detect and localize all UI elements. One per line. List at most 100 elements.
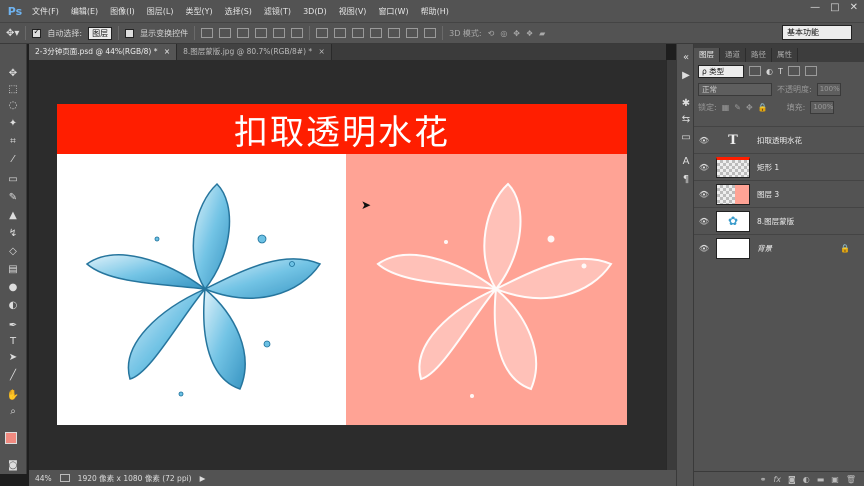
path-selection-tool-icon[interactable]: ➤: [4, 350, 22, 364]
group-icon[interactable]: ▬: [817, 475, 825, 484]
close-tab-icon[interactable]: ×: [319, 47, 325, 56]
menu-window[interactable]: 窗口(W): [372, 6, 414, 17]
align-left-icon[interactable]: [255, 28, 268, 38]
layer-row-background[interactable]: 👁 背景 🔒: [694, 234, 864, 261]
tab-document-psd[interactable]: 2-3分钟页面.psd @ 44%(RGB/8) * ×: [29, 44, 178, 60]
brush-tool-icon[interactable]: ✎: [4, 190, 22, 204]
menu-file[interactable]: 文件(F): [26, 6, 65, 17]
layer-row-layer3[interactable]: 👁 图层 3: [694, 180, 864, 207]
3d-rotate-icon[interactable]: ⟲: [488, 29, 495, 38]
distribute-bottom-icon[interactable]: [352, 28, 365, 38]
distribute-left-icon[interactable]: [370, 28, 383, 38]
document-canvas[interactable]: 扣取透明水花: [57, 104, 627, 425]
blur-tool-icon[interactable]: ●: [4, 280, 22, 294]
3d-pan-icon[interactable]: ✥: [513, 29, 520, 38]
type-tool-icon[interactable]: T: [4, 334, 22, 348]
filter-type-icon[interactable]: T: [778, 67, 783, 76]
lock-image-icon[interactable]: ✎: [734, 103, 741, 112]
visibility-eye-icon[interactable]: 👁: [694, 190, 714, 199]
gradient-tool-icon[interactable]: ▤: [4, 262, 22, 276]
properties-panel-icon[interactable]: ⇆: [679, 112, 693, 126]
history-panel-icon[interactable]: ▶: [679, 68, 693, 82]
menu-filter[interactable]: 滤镜(T): [258, 6, 297, 17]
layer-row-rectangle[interactable]: 👁 矩形 1: [694, 153, 864, 180]
hand-tool-icon[interactable]: ✋: [4, 388, 22, 402]
menu-help[interactable]: 帮助(H): [415, 6, 455, 17]
distribute-right-icon[interactable]: [406, 28, 419, 38]
close-button[interactable]: ✕: [850, 2, 858, 13]
menu-view[interactable]: 视图(V): [333, 6, 373, 17]
lock-all-icon[interactable]: 🔒: [758, 103, 768, 112]
3d-scale-icon[interactable]: ▰: [539, 29, 545, 38]
lock-transparent-icon[interactable]: ▦: [722, 103, 730, 112]
collapse-panels-icon[interactable]: «: [679, 50, 693, 64]
vertical-scrollbar[interactable]: [666, 60, 676, 470]
visibility-eye-icon[interactable]: 👁: [694, 244, 714, 253]
menu-layer[interactable]: 图层(L): [141, 6, 180, 17]
show-transform-checkbox[interactable]: [125, 28, 135, 38]
align-hcenter-icon[interactable]: [273, 28, 286, 38]
filter-shape-icon[interactable]: [787, 66, 800, 76]
fill-field[interactable]: 100%: [810, 100, 835, 114]
layer-comps-icon[interactable]: ▭: [679, 130, 693, 144]
crop-tool-icon[interactable]: ⌗: [4, 134, 22, 148]
align-right-icon[interactable]: [291, 28, 304, 38]
adjustment-icon[interactable]: ◐: [803, 475, 810, 484]
distribute-top-icon[interactable]: [316, 28, 329, 38]
auto-select-dropdown[interactable]: 图层: [88, 26, 113, 40]
3d-slide-icon[interactable]: ❖: [526, 29, 533, 38]
character-panel-icon[interactable]: A: [679, 154, 693, 168]
align-bottom-icon[interactable]: [237, 28, 250, 38]
filter-smart-icon[interactable]: [804, 66, 817, 76]
filter-adjust-icon[interactable]: ◐: [766, 67, 773, 76]
tab-layers[interactable]: 图层: [694, 48, 720, 62]
3d-roll-icon[interactable]: ◎: [500, 29, 507, 38]
menu-3d[interactable]: 3D(D): [297, 7, 333, 16]
zoom-level[interactable]: 44%: [35, 474, 52, 483]
pen-tool-icon[interactable]: ✒: [4, 318, 22, 332]
clone-stamp-tool-icon[interactable]: ▲: [4, 208, 22, 222]
status-menu-arrow[interactable]: ▶: [200, 474, 206, 483]
menu-select[interactable]: 选择(S): [219, 6, 258, 17]
distribute-vcenter-icon[interactable]: [334, 28, 347, 38]
move-tool-icon[interactable]: ✥: [4, 66, 22, 80]
auto-select-checkbox[interactable]: [32, 27, 42, 38]
distribute-hcenter-icon[interactable]: [388, 28, 401, 38]
filter-pixel-icon[interactable]: [749, 66, 761, 76]
workspace-dropdown[interactable]: 基本功能: [782, 25, 852, 40]
menu-type[interactable]: 类型(Y): [179, 6, 218, 17]
quick-mask-icon[interactable]: ◙: [4, 458, 22, 472]
layer-row-text[interactable]: 👁 T 扣取透明水花: [694, 126, 864, 153]
magic-wand-tool-icon[interactable]: ✦: [4, 116, 22, 130]
paragraph-panel-icon[interactable]: ¶: [679, 172, 693, 186]
healing-brush-tool-icon[interactable]: ▭: [4, 172, 22, 186]
layer-row-image[interactable]: 👁 ✿ 8.图层蒙版: [694, 207, 864, 234]
line-tool-icon[interactable]: ╱: [4, 368, 22, 382]
new-layer-icon[interactable]: ▣: [831, 475, 839, 484]
eyedropper-tool-icon[interactable]: ⁄: [4, 152, 22, 166]
mask-icon[interactable]: ◙: [788, 475, 796, 484]
tab-properties[interactable]: 属性: [772, 48, 798, 62]
marquee-tool-icon[interactable]: ⬚: [4, 82, 22, 96]
lasso-tool-icon[interactable]: ◌: [4, 98, 22, 112]
tab-document-jpg[interactable]: 8.图层蒙版.jpg @ 80.7%(RGB/8#) * ×: [177, 44, 332, 60]
auto-align-icon[interactable]: [424, 28, 437, 38]
visibility-eye-icon[interactable]: 👁: [694, 163, 714, 172]
align-top-icon[interactable]: [201, 28, 214, 38]
visibility-eye-icon[interactable]: 👁: [694, 136, 714, 145]
minimize-button[interactable]: —: [810, 2, 820, 13]
foreground-color-swatch[interactable]: [5, 432, 17, 444]
canvas-area[interactable]: 扣取透明水花 ➤: [29, 60, 666, 470]
menu-edit[interactable]: 编辑(E): [65, 6, 104, 17]
trash-icon[interactable]: 🗑: [846, 475, 856, 484]
close-tab-icon[interactable]: ×: [164, 47, 170, 56]
adjustment-panel-icon[interactable]: ✱: [679, 96, 693, 110]
blend-mode-dropdown[interactable]: 正常: [698, 82, 772, 96]
zoom-tool-icon[interactable]: ⌕: [4, 404, 22, 418]
align-vcenter-icon[interactable]: [219, 28, 232, 38]
layer-filter-dropdown[interactable]: ρ 类型: [698, 64, 744, 78]
lock-position-icon[interactable]: ✥: [746, 103, 753, 112]
eraser-tool-icon[interactable]: ◇: [4, 244, 22, 258]
link-icon[interactable]: ⚭: [760, 475, 767, 484]
history-brush-tool-icon[interactable]: ↯: [4, 226, 22, 240]
